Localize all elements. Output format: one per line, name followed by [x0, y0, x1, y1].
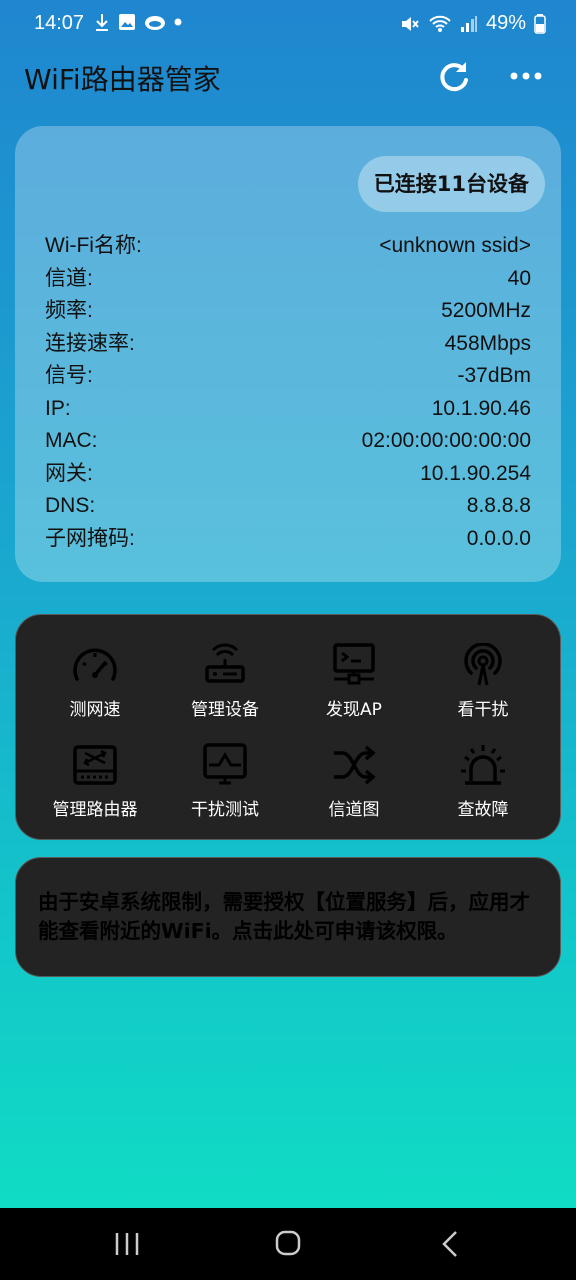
info-label: 网关:	[45, 461, 93, 485]
info-value: 5200MHz	[441, 299, 531, 322]
tool-speed-test[interactable]: 测网速	[30, 643, 160, 733]
info-row-subnet-mask: 子网掩码: 0.0.0.0	[45, 523, 531, 556]
tool-label: 看干扰	[457, 700, 509, 720]
info-label: DNS:	[45, 494, 96, 517]
info-label: 子网掩码:	[45, 526, 135, 550]
info-label: 连接速率:	[45, 331, 135, 355]
connection-details: Wi-Fi名称: <unknown ssid> 信道: 40 频率: 5200MHz …	[45, 230, 531, 555]
tool-channel-chart[interactable]: 信道图	[289, 743, 419, 833]
home-icon	[275, 1230, 301, 1256]
battery-icon	[534, 13, 546, 34]
info-label: MAC:	[45, 429, 98, 452]
tool-label: 测网速	[69, 700, 121, 720]
info-row-ip: IP: 10.1.90.46	[45, 393, 531, 426]
tool-troubleshoot[interactable]: 查故障	[418, 743, 548, 833]
tool-label: 发现AP	[326, 700, 382, 720]
info-label: IP:	[45, 396, 71, 420]
back-icon	[442, 1231, 457, 1257]
app-bar: WiFi路由器管家	[0, 48, 576, 104]
system-navigation-bar	[0, 1208, 576, 1280]
info-label: 信道:	[45, 266, 93, 290]
monitor-wave-icon	[203, 743, 247, 785]
info-value: <unknown ssid>	[379, 234, 531, 257]
location-permission-notice[interactable]: 由于安卓系统限制，需要授权【位置服务】后，应用才能查看附近的WiFi。点击此处可…	[15, 857, 561, 977]
home-button[interactable]	[264, 1226, 312, 1262]
tool-label: 干扰测试	[191, 800, 259, 820]
app-title: WiFi路由器管家	[24, 63, 221, 96]
more-icon	[510, 72, 542, 80]
refresh-button[interactable]	[434, 56, 474, 96]
tool-label: 信道图	[328, 800, 380, 820]
status-system-icons: 49%	[400, 12, 546, 35]
status-bar: 14:07 49%	[0, 0, 576, 48]
info-value: 10.1.90.254	[420, 461, 531, 485]
tool-discover-ap[interactable]: 发现AP	[289, 643, 419, 733]
info-value: 10.1.90.46	[431, 396, 531, 420]
info-row-channel: 信道: 40	[45, 263, 531, 296]
tool-label: 查故障	[457, 800, 509, 820]
tool-manage-router[interactable]: 管理路由器	[30, 743, 160, 833]
image-icon	[119, 14, 135, 30]
tool-view-interference[interactable]: 看干扰	[418, 643, 548, 733]
dot-icon	[174, 18, 182, 26]
info-label: 频率:	[45, 299, 93, 322]
router-box-icon	[73, 745, 117, 785]
connection-info-card: 已连接11台设备 Wi-Fi名称: <unknown ssid> 信道: 40 频率…	[15, 126, 561, 582]
more-options-button[interactable]	[506, 56, 546, 96]
notice-text: 由于安卓系统限制，需要授权【位置服务】后，应用才能查看附近的WiFi。点击此处可…	[38, 890, 530, 943]
info-label: Wi-Fi名称:	[45, 234, 142, 257]
info-value: 0.0.0.0	[466, 526, 531, 550]
signal-icon	[460, 15, 477, 32]
recent-apps-button[interactable]	[103, 1226, 151, 1262]
status-time: 14:07	[34, 12, 85, 34]
tool-manage-devices[interactable]: 管理设备	[160, 643, 290, 733]
info-row-dns: DNS: 8.8.8.8	[45, 490, 531, 523]
terminal-icon	[333, 643, 375, 685]
broadcast-icon	[464, 643, 502, 686]
info-value: 40	[507, 266, 531, 290]
battery-percent: 49%	[485, 12, 526, 34]
info-value: 458Mbps	[444, 331, 531, 355]
info-value: -37dBm	[457, 364, 531, 387]
tools-grid: 测网速 管理设备 发现AP 看干扰 管理路由器 干扰测试 信道图 查故障	[15, 614, 561, 840]
download-icon	[96, 14, 108, 31]
tool-label: 管理设备	[191, 700, 259, 720]
wifi-icon	[429, 15, 451, 32]
connected-devices-button[interactable]: 已连接11台设备	[357, 156, 545, 212]
refresh-icon	[440, 62, 468, 92]
info-row-gateway: 网关: 10.1.90.254	[45, 458, 531, 491]
info-row-signal: 信号: -37dBm	[45, 360, 531, 393]
info-label: 信号:	[45, 364, 93, 387]
shuffle-icon	[334, 745, 376, 785]
speedometer-icon	[73, 648, 117, 681]
info-row-ssid: Wi-Fi名称: <unknown ssid>	[45, 230, 531, 263]
router-icon	[205, 643, 245, 683]
recent-apps-icon	[115, 1233, 139, 1255]
info-row-mac: MAC: 02:00:00:00:00:00	[45, 425, 531, 458]
mute-icon	[401, 16, 419, 31]
alarm-light-icon	[461, 745, 505, 785]
back-button[interactable]	[426, 1226, 474, 1262]
status-notification-icons	[94, 13, 182, 31]
tool-interference-test[interactable]: 干扰测试	[160, 743, 290, 833]
info-value: 8.8.8.8	[466, 494, 531, 517]
info-row-link-speed: 连接速率: 458Mbps	[45, 328, 531, 361]
info-row-frequency: 频率: 5200MHz	[45, 295, 531, 328]
info-value: 02:00:00:00:00:00	[361, 429, 531, 452]
tool-label: 管理路由器	[52, 800, 138, 820]
cloud-icon	[145, 16, 165, 30]
